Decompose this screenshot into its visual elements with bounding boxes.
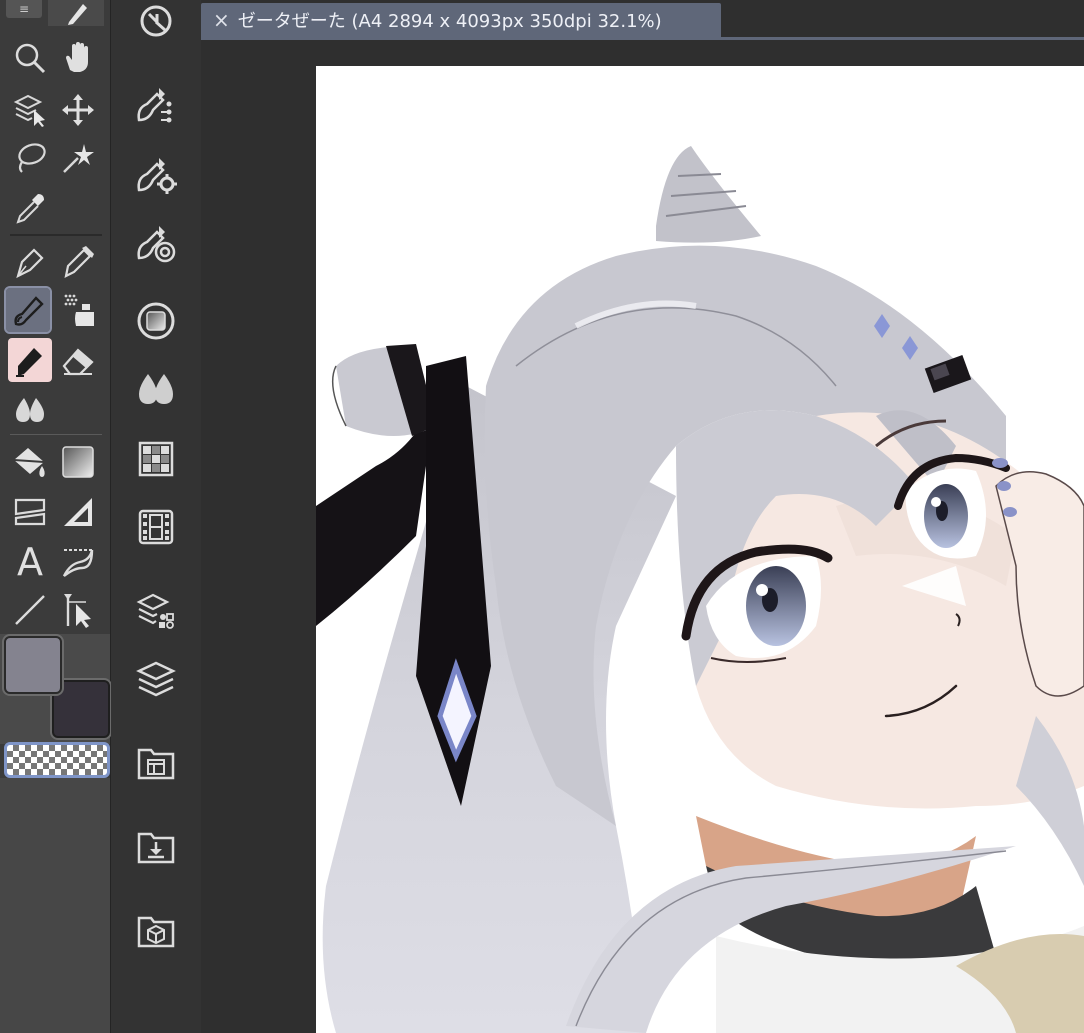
canvas-folder-window-icon[interactable] — [133, 740, 179, 786]
layer-property-icon[interactable] — [133, 588, 179, 634]
color-mix-drops-icon[interactable] — [133, 366, 179, 412]
brush-tool-brush-icon[interactable] — [4, 286, 52, 334]
object-select-layer-select-icon[interactable] — [8, 88, 52, 132]
material-list-icon[interactable] — [133, 82, 179, 128]
operation-tool-correct-line-icon[interactable] — [56, 588, 100, 632]
gradient-tool-gradient-icon[interactable] — [56, 440, 100, 484]
timeline-film-icon[interactable] — [133, 504, 179, 550]
pen-tab-icon[interactable] — [48, 0, 104, 26]
palette-separator — [10, 234, 102, 236]
pencil-tool-pencil-icon[interactable] — [56, 240, 100, 284]
hand-tool-hand-icon[interactable] — [56, 36, 100, 80]
palette-header: ≡ — [0, 0, 110, 28]
document-tab-title: ゼータぜーた (A4 2894 x 4093px 350dpi 32.1%) — [237, 11, 662, 32]
text-tool-text-icon[interactable]: A — [8, 540, 52, 584]
figure-tool-line-icon[interactable] — [8, 588, 52, 632]
palette-empty-area — [0, 778, 110, 1033]
eyedropper-tool-eyedropper-icon[interactable] — [8, 186, 52, 230]
decoration-tool-marker-icon[interactable] — [8, 338, 52, 382]
palette-menu-button[interactable]: ≡ — [6, 0, 42, 18]
transparent-color-swatch[interactable] — [4, 742, 110, 778]
color-set-grid-swatches-icon[interactable] — [133, 436, 179, 482]
command-bar — [111, 0, 201, 1033]
import-folder-download-icon[interactable] — [133, 824, 179, 870]
color-circle-icon[interactable] — [133, 298, 179, 344]
eraser-tool-eraser-icon[interactable] — [56, 338, 100, 382]
menu-icon: ≡ — [18, 2, 30, 16]
move-tool-move-arrows-icon[interactable] — [56, 88, 100, 132]
artwork-illustration — [316, 146, 1084, 1033]
close-tab-close-icon[interactable]: × — [213, 8, 230, 32]
fill-tool-bucket-icon[interactable] — [8, 440, 52, 484]
tab-strip — [201, 37, 1084, 40]
document-tab[interactable]: × ゼータぜーた (A4 2894 x 4093px 350dpi 32.1%) — [201, 3, 721, 37]
tool-property-tool-target-icon[interactable] — [133, 220, 179, 266]
frame-tool-frame-border-icon[interactable] — [8, 490, 52, 534]
palette-separator — [10, 434, 102, 435]
auto-select-magic-wand-icon[interactable] — [56, 136, 100, 180]
sub-tool-settings-tool-gear-icon[interactable] — [133, 152, 179, 198]
lasso-tool-lasso-icon[interactable] — [8, 136, 52, 180]
undo-history-icon[interactable] — [133, 0, 179, 46]
main-color-swatch[interactable] — [4, 636, 62, 694]
tool-palette: ≡ A — [0, 0, 111, 1033]
ruler-tool-ruler-icon[interactable] — [56, 490, 100, 534]
3d-material-folder-cube-icon[interactable] — [133, 908, 179, 954]
canvas-area: × ゼータぜーた (A4 2894 x 4093px 350dpi 32.1%) — [201, 0, 1084, 1033]
layers-icon[interactable] — [133, 656, 179, 702]
balloon-tool-balloon-icon[interactable] — [56, 540, 100, 584]
zoom-tool-magnifier-icon[interactable] — [8, 36, 52, 80]
airbrush-tool-airbrush-icon[interactable] — [56, 288, 100, 332]
text-tool-label: A — [17, 540, 43, 584]
blend-tool-blend-drops-icon[interactable] — [8, 386, 52, 430]
pen-tool-pen-nib-icon[interactable] — [8, 240, 52, 284]
drawing-canvas[interactable] — [316, 66, 1084, 1033]
